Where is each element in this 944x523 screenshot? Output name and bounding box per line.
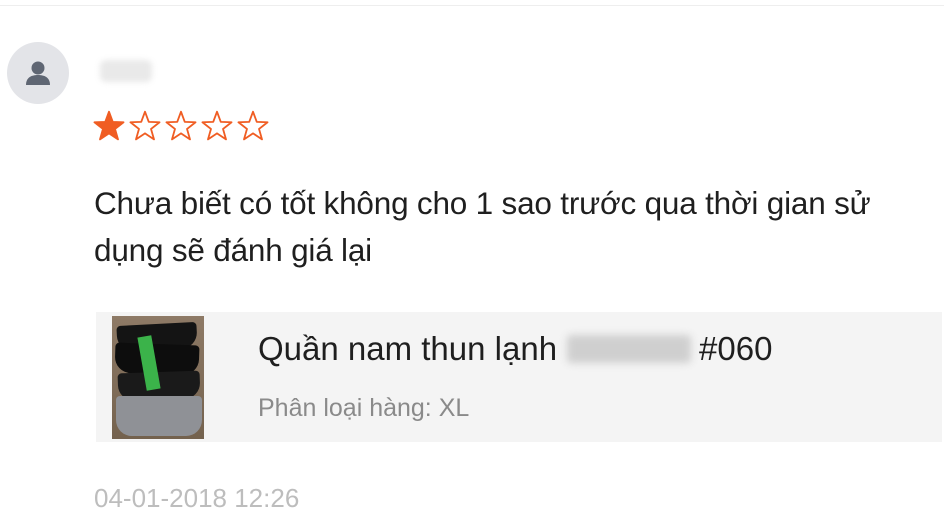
product-thumbnail [112,316,204,439]
user-icon [26,61,50,85]
product-name-suffix: #060 [699,330,773,367]
brand-name-redacted [567,335,692,363]
product-card[interactable]: Quần nam thun lạnh #060 Phân loại hàng: … [96,312,942,442]
star-empty-icon [165,110,197,141]
username-redacted [100,60,152,82]
star-empty-icon [129,110,161,141]
review-timestamp: 04-01-2018 12:26 [94,483,300,513]
product-name: Quần nam thun lạnh #060 [258,328,772,370]
star-filled-icon [93,110,125,141]
top-divider [0,5,944,6]
star-empty-icon [201,110,233,141]
review-text: Chưa biết có tốt không cho 1 sao trước q… [94,185,871,268]
star-rating [92,110,270,144]
product-name-prefix: Quần nam thun lạnh [258,330,558,367]
avatar[interactable] [7,42,69,104]
star-empty-icon [237,110,269,141]
product-variant: Phân loại hàng: XL [258,394,470,422]
